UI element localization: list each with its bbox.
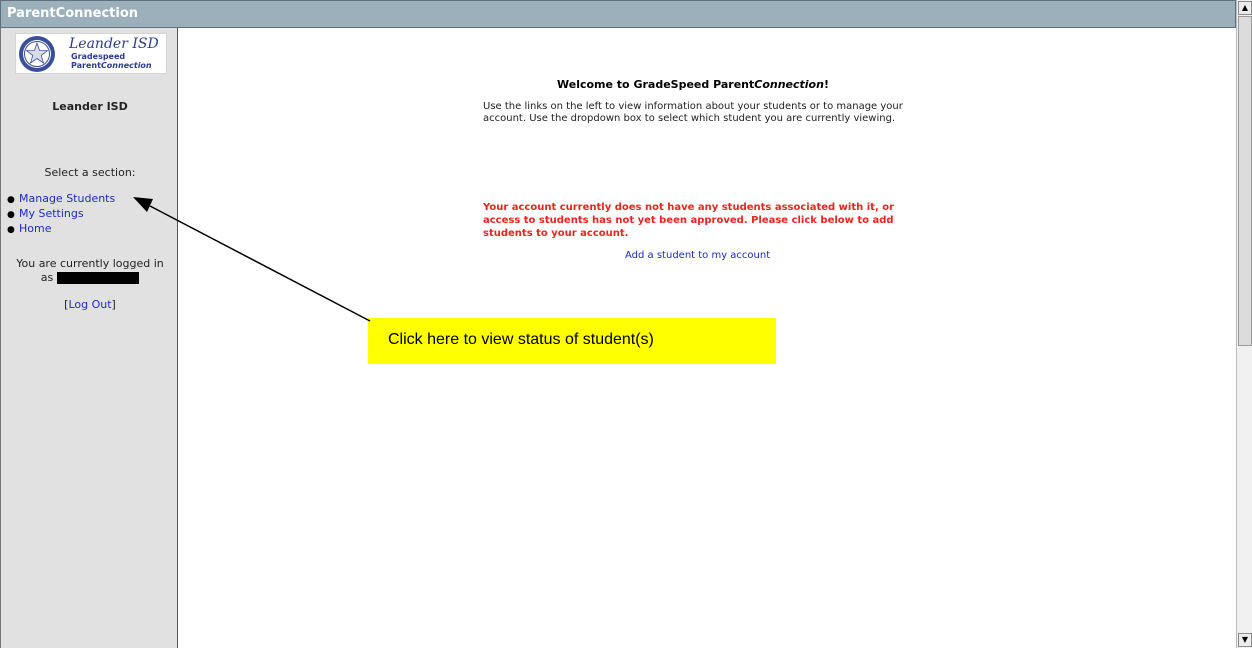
logo-product-line2: ParentConnection bbox=[71, 61, 152, 70]
logout-area: [Log Out] bbox=[64, 298, 116, 311]
arrow-up-icon[interactable]: ▲ bbox=[1238, 1, 1252, 15]
login-status: You are currently logged in as bbox=[16, 257, 164, 284]
no-students-warning: Your account currently does not have any… bbox=[483, 202, 895, 239]
add-student-link[interactable]: Add a student to my account bbox=[625, 250, 770, 261]
annotation-callout-text: Click here to view status of student(s) bbox=[388, 331, 654, 348]
district-name: Leander ISD bbox=[52, 100, 128, 113]
vertical-scrollbar[interactable]: ▲ ▼ bbox=[1236, 0, 1252, 648]
section-nav: ● Manage Students ● My Settings ● Home bbox=[7, 192, 115, 237]
logo-district-script: Leander ISD bbox=[69, 36, 159, 52]
welcome-heading: Welcome to GradeSpeed ParentConnection! bbox=[557, 78, 829, 91]
nav-item-my-settings[interactable]: ● My Settings bbox=[7, 207, 115, 222]
bullet-icon: ● bbox=[7, 210, 15, 220]
star-seal-icon bbox=[19, 36, 55, 72]
select-section-label: Select a section: bbox=[44, 166, 136, 179]
bullet-icon: ● bbox=[7, 195, 15, 205]
annotation-callout: Click here to view status of student(s) bbox=[368, 318, 776, 364]
redacted-username bbox=[57, 272, 140, 284]
nav-item-manage-students[interactable]: ● Manage Students bbox=[7, 192, 115, 207]
sidebar: Leander ISD Gradespeed ParentConnection … bbox=[0, 28, 178, 648]
title-bar: ParentConnection bbox=[0, 0, 1236, 28]
nav-item-home[interactable]: ● Home bbox=[7, 222, 115, 237]
logo-product-line1: Gradespeed bbox=[71, 52, 126, 61]
district-logo: Leander ISD Gradespeed ParentConnection bbox=[15, 33, 167, 74]
scroll-thumb[interactable] bbox=[1238, 16, 1252, 346]
window-title: ParentConnection bbox=[7, 6, 139, 21]
intro-text: Use the links on the left to view inform… bbox=[483, 101, 903, 124]
arrow-down-icon[interactable]: ▼ bbox=[1238, 633, 1252, 647]
bullet-icon: ● bbox=[7, 225, 15, 235]
logout-link[interactable]: Log Out bbox=[68, 298, 111, 311]
